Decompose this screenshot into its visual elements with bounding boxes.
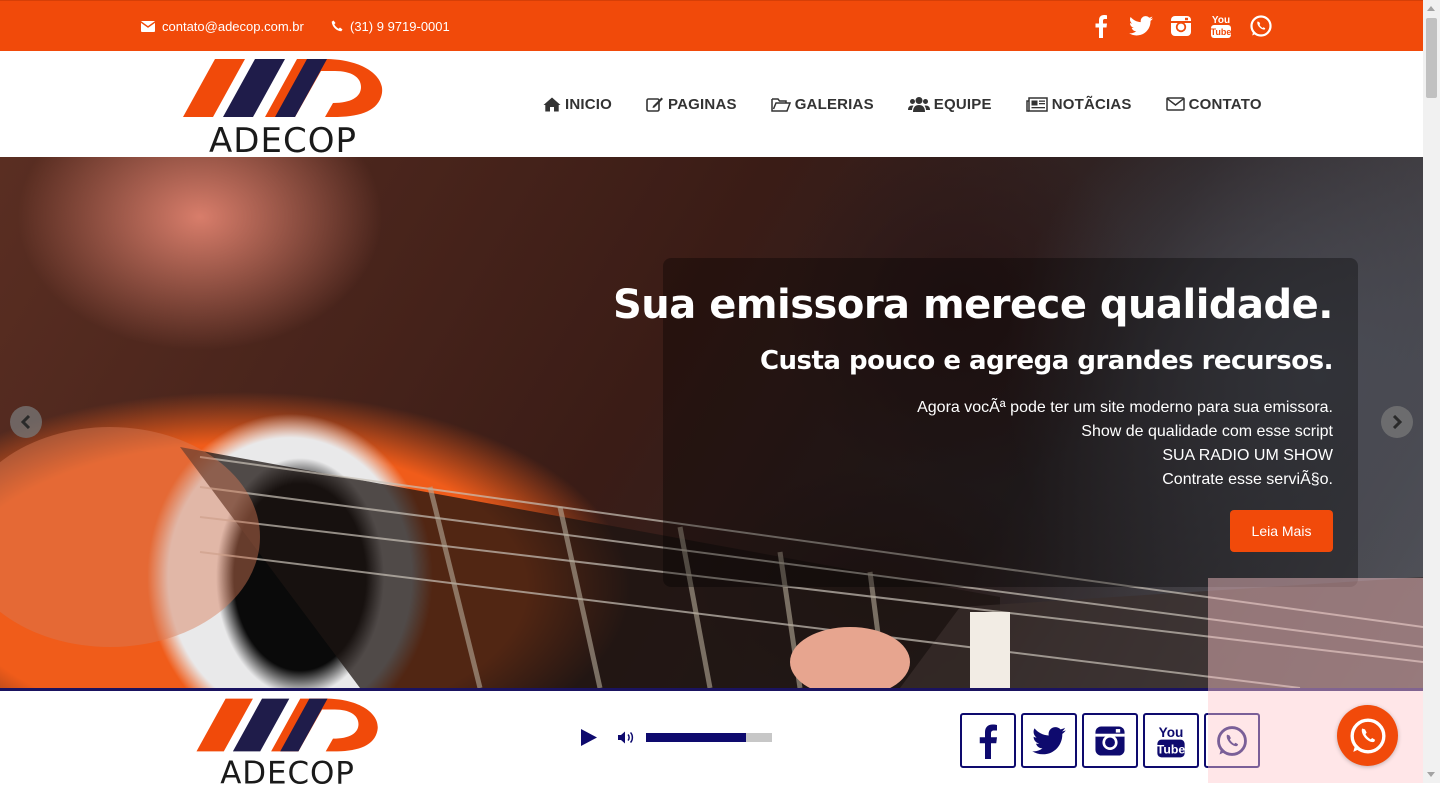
instagram-icon[interactable] (1082, 713, 1138, 768)
nav-contato[interactable]: CONTATO (1165, 95, 1262, 113)
chevron-left-icon (20, 415, 31, 429)
logo-text: ADECOP (209, 121, 357, 155)
top-social-links: You Tube (1089, 1, 1273, 51)
email-contact[interactable]: contato@adecop.com.br (141, 1, 304, 51)
volume-icon (618, 731, 634, 744)
nav-inicio[interactable]: INICIO (543, 96, 612, 113)
scroll-up-arrow[interactable] (1427, 6, 1435, 11)
nav-galerias[interactable]: GALERIAS (770, 95, 874, 113)
svg-text:You: You (1212, 15, 1230, 26)
read-more-button[interactable]: Leia Mais (1230, 510, 1333, 552)
play-icon (581, 729, 597, 746)
nav-label: EQUIPE (933, 95, 992, 113)
scroll-thumb[interactable] (1426, 18, 1437, 98)
hero-slider: Sua emissora merece qualidade. Custa pou… (0, 157, 1423, 688)
slider-next-button[interactable] (1381, 406, 1413, 438)
site-logo[interactable]: ADECOP (183, 55, 383, 161)
nav-noticias[interactable]: NOTÃCIAS (1025, 95, 1132, 113)
whatsapp-icon[interactable] (1249, 14, 1273, 38)
site-header: ADECOP INICIO PAGINAS GALERIAS EQUIPE NO… (0, 51, 1423, 161)
whatsapp-icon (1350, 718, 1385, 753)
nav-paginas[interactable]: PAGINAS (646, 96, 737, 113)
player-logo-text: ADECOP (220, 755, 355, 786)
users-icon (907, 97, 930, 112)
chevron-right-icon (1392, 415, 1403, 429)
twitter-icon[interactable] (1021, 713, 1077, 768)
slide-line: Show de qualidade com esse script (1081, 423, 1333, 440)
phone-contact[interactable]: (31) 9 9719-0001 (331, 1, 450, 51)
twitter-icon[interactable] (1129, 14, 1153, 38)
svg-text:You: You (1159, 724, 1184, 739)
email-text: contato@adecop.com.br (162, 18, 304, 34)
slide-title: Sua emissora merece qualidade. (613, 282, 1334, 328)
envelope-icon (141, 20, 155, 32)
svg-text:Tube: Tube (1211, 27, 1232, 37)
youtube-icon[interactable]: You Tube (1209, 14, 1233, 38)
instagram-icon[interactable] (1169, 14, 1193, 38)
newspaper-icon (1025, 96, 1048, 112)
nav-label: PAGINAS (668, 95, 737, 113)
folder-icon (770, 97, 791, 112)
home-icon (543, 97, 561, 111)
nav-equipe[interactable]: EQUIPE (907, 95, 992, 113)
page-scrollbar[interactable] (1423, 0, 1440, 783)
volume-level (646, 733, 746, 742)
facebook-icon[interactable] (960, 713, 1016, 768)
whatsapp-icon[interactable] (1204, 713, 1260, 768)
whatsapp-float-button[interactable] (1337, 705, 1398, 766)
nav-label: GALERIAS (794, 95, 874, 113)
youtube-icon[interactable]: You Tube (1143, 713, 1199, 768)
volume-button[interactable] (617, 730, 635, 750)
player-social-links: You Tube (960, 713, 1260, 768)
nav-label: CONTATO (1188, 95, 1262, 113)
nav-label: INICIO (565, 95, 613, 113)
scroll-down-arrow[interactable] (1427, 772, 1435, 777)
player-logo[interactable]: ADECOP (195, 695, 380, 791)
slide-caption: Sua emissora merece qualidade. Custa pou… (613, 258, 1358, 587)
slide-description: Agora vocÃª pode ter um site moderno par… (917, 396, 1333, 492)
volume-slider[interactable] (646, 733, 772, 742)
svg-text:Tube: Tube (1157, 742, 1186, 756)
slide-line: SUA RADIO UM SHOW (1162, 447, 1333, 464)
slide-line: Contrate esse serviÃ§o. (1162, 471, 1333, 488)
envelope-icon (1165, 97, 1185, 111)
radio-player-bar: ADECOP You Tube (0, 688, 1423, 791)
nav-label: NOTÃCIAS (1051, 95, 1132, 113)
slide-line: Agora vocÃª pode ter um site moderno par… (917, 399, 1333, 416)
play-button[interactable] (580, 728, 598, 752)
edit-icon (646, 97, 664, 112)
phone-text: (31) 9 9719-0001 (350, 18, 450, 34)
slide-subtitle: Custa pouco e agrega grandes recursos. (759, 346, 1334, 376)
top-contact-bar: contato@adecop.com.br (31) 9 9719-0001 Y… (0, 0, 1423, 51)
main-nav: INICIO PAGINAS GALERIAS EQUIPE NOTÃCIAS … (543, 51, 1262, 157)
phone-icon (331, 20, 343, 32)
facebook-icon[interactable] (1089, 14, 1113, 38)
slider-prev-button[interactable] (10, 406, 42, 438)
